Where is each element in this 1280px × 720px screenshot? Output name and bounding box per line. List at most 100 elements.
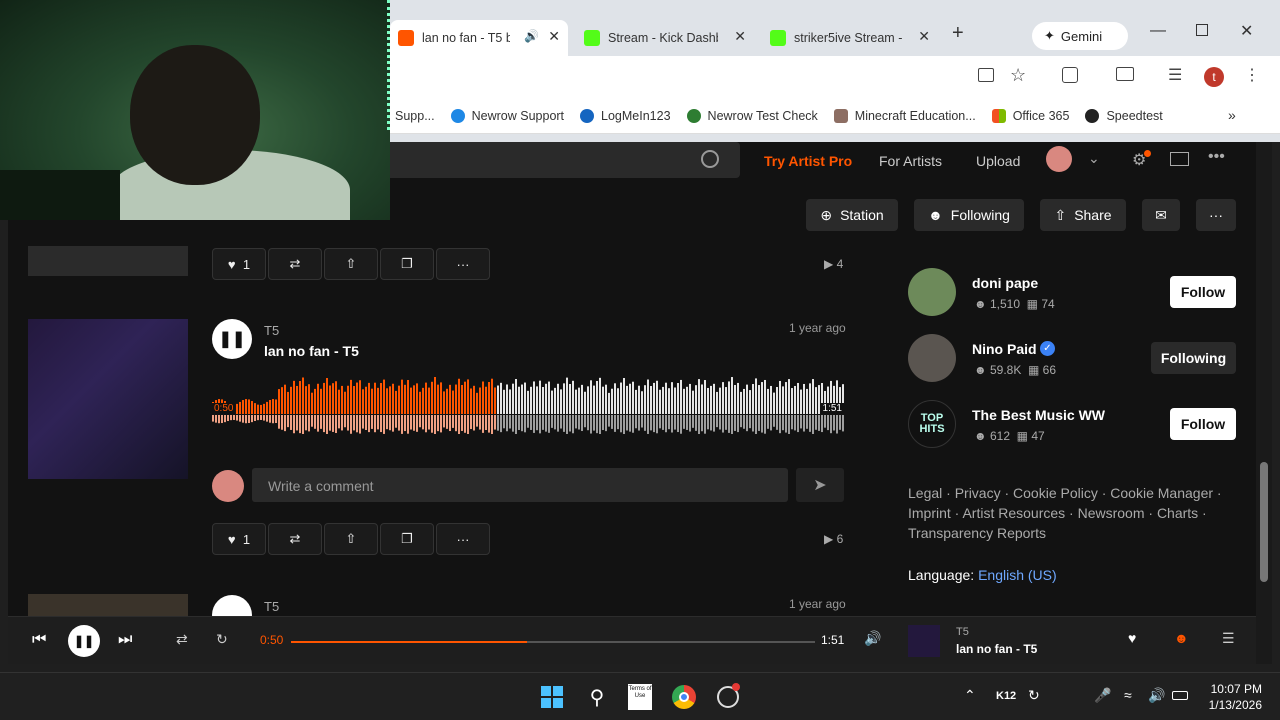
queue-icon[interactable]: ☰ xyxy=(1222,630,1235,647)
share-button[interactable]: ⇧ xyxy=(324,248,378,280)
track-artist[interactable]: T5 xyxy=(264,323,279,338)
speaker-icon[interactable]: 🔊 xyxy=(1148,687,1165,704)
more-button[interactable]: ··· xyxy=(436,523,490,555)
follow-button[interactable]: Follow xyxy=(1170,276,1236,308)
close-tab-icon[interactable]: ✕ xyxy=(734,28,746,45)
share-button[interactable]: ⇧ xyxy=(324,523,378,555)
bookmark-item[interactable]: Newrow Test Check xyxy=(686,108,818,123)
page-scrollbar[interactable] xyxy=(1256,142,1272,664)
bookmark-item[interactable]: Office 365 xyxy=(991,108,1069,123)
microphone-icon[interactable]: 🎤 xyxy=(1094,687,1111,704)
follow-artist-icon[interactable]: ☻ xyxy=(1174,630,1189,646)
pause-button[interactable]: ❚❚ xyxy=(68,625,100,657)
progress-track[interactable] xyxy=(291,641,815,643)
bookmark-item[interactable]: Supp... xyxy=(395,109,435,123)
repeat-icon[interactable]: ↻ xyxy=(216,631,228,648)
tab-kick-stream[interactable]: striker5ive Stream - V ✕ xyxy=(762,20,938,56)
tab-soundcloud[interactable]: lan no fan - T5 by 🔊 ✕ xyxy=(390,20,568,56)
windows-start-icon[interactable] xyxy=(538,683,566,711)
bookmark-item[interactable]: LogMeIn123 xyxy=(580,108,671,123)
terms-of-use-icon[interactable]: Terms of Use xyxy=(626,683,654,711)
profile-avatar[interactable]: t xyxy=(1204,67,1224,87)
new-tab-icon[interactable]: + xyxy=(952,22,964,45)
install-icon[interactable] xyxy=(978,68,994,82)
following-button[interactable]: ☻ Following xyxy=(914,199,1024,231)
user-name[interactable]: doni pape xyxy=(972,275,1038,291)
menu-icon[interactable]: ⋮ xyxy=(1244,65,1260,85)
user-name[interactable]: The Best Music WW xyxy=(972,407,1105,423)
user-avatar[interactable] xyxy=(908,268,956,316)
maximize-icon[interactable] xyxy=(1196,24,1208,36)
shuffle-icon[interactable]: ⇄ xyxy=(176,631,188,648)
more-actions-button[interactable]: ··· xyxy=(1196,199,1236,231)
following-button[interactable]: Following xyxy=(1151,342,1236,374)
message-button[interactable]: ✉ xyxy=(1142,199,1180,231)
previous-icon[interactable]: ⏮ xyxy=(32,631,46,649)
volume-icon[interactable]: 🔊 xyxy=(864,630,881,647)
chevron-up-icon[interactable]: ⌃ xyxy=(964,687,976,704)
close-tab-icon[interactable]: ✕ xyxy=(548,28,560,45)
footer-links-line[interactable]: Legal · Privacy · Cookie Policy · Cookie… xyxy=(908,483,1228,503)
language-value[interactable]: English (US) xyxy=(978,567,1057,583)
upload-link[interactable]: Upload xyxy=(976,153,1020,169)
follow-button[interactable]: Follow xyxy=(1170,408,1236,440)
search-icon[interactable] xyxy=(701,150,719,168)
now-playing-artist[interactable]: T5 xyxy=(956,626,969,638)
clock-time[interactable]: 10:07 PM xyxy=(1208,682,1262,696)
speaker-icon[interactable]: 🔊 xyxy=(524,29,539,43)
search-input[interactable] xyxy=(378,142,740,178)
close-tab-icon[interactable]: ✕ xyxy=(918,28,930,45)
track-artwork[interactable] xyxy=(28,319,188,479)
waveform[interactable]: 0:50 1:51 xyxy=(212,376,844,436)
pause-button[interactable]: ❚❚ xyxy=(212,319,252,359)
minimize-icon[interactable]: — xyxy=(1150,22,1166,40)
tab-kick-dashboard[interactable]: Stream - Kick Dashbo ✕ xyxy=(576,20,754,56)
search-icon[interactable]: ⚲ xyxy=(583,683,611,711)
user-avatar[interactable] xyxy=(908,334,956,382)
top-hits-logo[interactable]: TOP HITS xyxy=(908,400,956,448)
battery-icon[interactable] xyxy=(1172,691,1188,700)
chevron-right-icon[interactable]: » xyxy=(1228,107,1236,123)
clock-date[interactable]: 1/13/2026 xyxy=(1200,698,1262,712)
track-title[interactable]: lan no fan - T5 xyxy=(264,343,359,359)
more-button[interactable]: ··· xyxy=(436,248,490,280)
repost-button[interactable]: ⇄ xyxy=(268,248,322,280)
copy-link-button[interactable]: ❐ xyxy=(380,248,434,280)
copy-link-button[interactable]: ❐ xyxy=(380,523,434,555)
more-icon[interactable]: ••• xyxy=(1208,148,1225,166)
like-button[interactable]: ♥ 1 xyxy=(212,523,266,555)
share-button[interactable]: ⇧ Share xyxy=(1040,199,1126,231)
now-playing-title[interactable]: lan no fan - T5 xyxy=(956,642,1037,656)
like-button[interactable]: ♥ 1 xyxy=(212,248,266,280)
user-name[interactable]: Nino Paid xyxy=(972,341,1037,357)
tab-search-icon[interactable] xyxy=(1116,67,1134,81)
close-window-icon[interactable]: ✕ xyxy=(1240,21,1253,41)
send-comment-button[interactable]: ➤ xyxy=(796,468,844,502)
track-artist[interactable]: T5 xyxy=(264,599,279,614)
next-icon[interactable]: ⏭ xyxy=(118,631,132,649)
bookmark-item[interactable]: Speedtest xyxy=(1085,108,1163,123)
sync-icon[interactable]: ↻ xyxy=(1028,687,1040,704)
mail-icon[interactable] xyxy=(1170,152,1189,166)
bookmark-item[interactable]: Minecraft Education... xyxy=(833,108,976,123)
scrollbar-thumb[interactable] xyxy=(1260,462,1268,582)
footer-links-line[interactable]: Transparency Reports xyxy=(908,523,1228,543)
wifi-icon[interactable]: ≈ xyxy=(1124,687,1132,703)
track-artwork[interactable] xyxy=(28,246,188,276)
bookmark-item[interactable]: Newrow Support xyxy=(450,108,564,123)
extensions-icon[interactable] xyxy=(1062,67,1078,83)
star-icon[interactable]: ☆ xyxy=(1010,65,1026,86)
footer-links-line[interactable]: Imprint · Artist Resources · Newsroom · … xyxy=(908,503,1228,523)
comment-input[interactable]: Write a comment xyxy=(252,468,788,502)
station-button[interactable]: ⊕ Station xyxy=(806,199,898,231)
chrome-icon[interactable] xyxy=(670,683,698,711)
k12-label[interactable]: K12 xyxy=(996,690,1016,702)
gemini-button[interactable]: ✦ Gemini xyxy=(1032,22,1128,50)
user-avatar[interactable] xyxy=(1046,146,1072,172)
repost-button[interactable]: ⇄ xyxy=(268,523,322,555)
chevron-down-icon[interactable]: ⌄ xyxy=(1088,150,1100,167)
try-artist-pro-link[interactable]: Try Artist Pro xyxy=(764,153,852,169)
like-icon[interactable]: ♥ xyxy=(1128,630,1136,646)
now-playing-artwork[interactable] xyxy=(908,625,940,657)
media-control-icon[interactable]: ☰ xyxy=(1168,65,1182,85)
